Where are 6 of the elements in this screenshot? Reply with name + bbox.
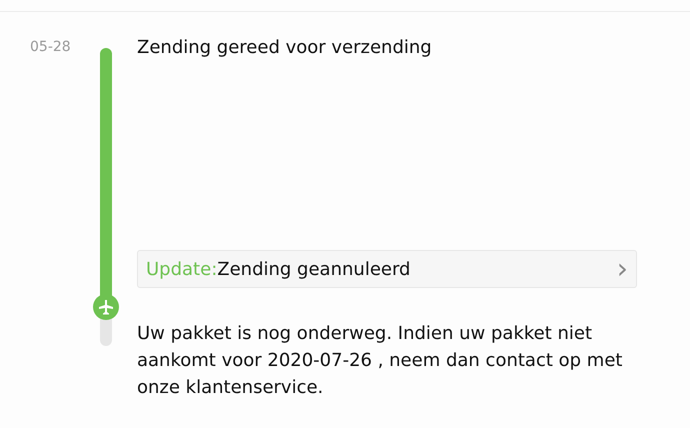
- delivery-message: Uw pakket is nog onderweg. Indien uw pakket niet aankomt voor 2020-07-26 , neem dan contact op met onze klantenservice.: [137, 322, 624, 400]
- airplane-icon: [93, 294, 119, 320]
- event-date: 05-28: [30, 39, 71, 55]
- chevron-icon: ›: [616, 255, 628, 283]
- event-title: Zending gereed voor verzending: [137, 36, 433, 60]
- update-row[interactable]: Update:Zending geannuleerd ›: [137, 250, 637, 288]
